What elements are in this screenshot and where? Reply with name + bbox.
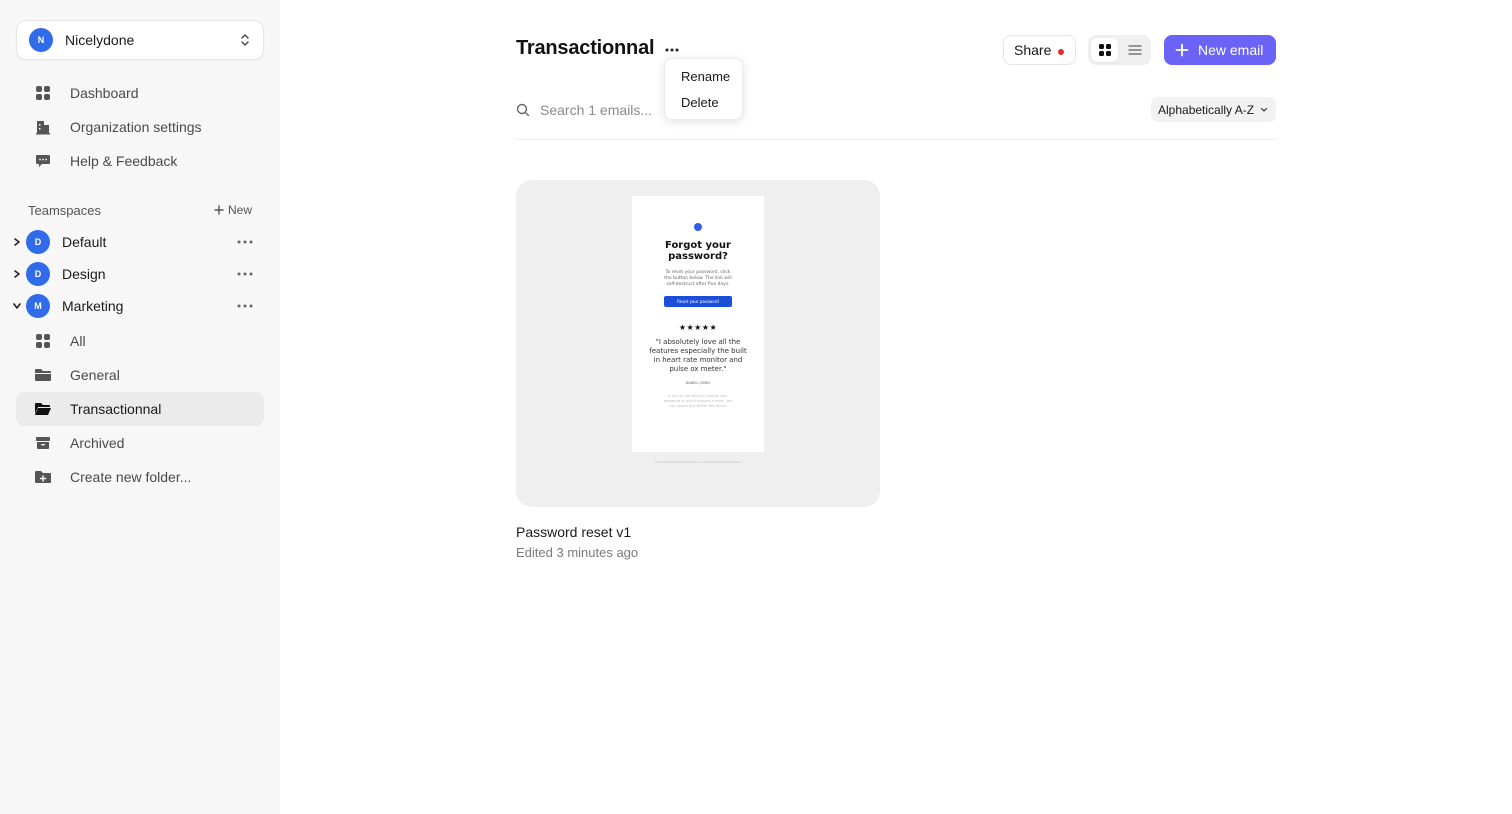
preview-stars: ★★★★★ (678, 323, 718, 332)
search-input[interactable] (540, 102, 656, 118)
folder-label: Transactionnal (70, 401, 162, 417)
folder-icon (34, 366, 52, 384)
team-marketing[interactable]: M Marketing (10, 292, 264, 320)
preview-heading: Forgot your password? (665, 240, 731, 262)
folder-label: Archived (70, 435, 125, 451)
nav-organization-settings[interactable]: Organization settings (16, 110, 264, 144)
nav-label: Help & Feedback (70, 153, 178, 169)
preview-author: DANIEL JONES (685, 381, 711, 385)
teamspaces-header: Teamspaces New (28, 202, 252, 218)
new-teamspace-label: New (227, 203, 252, 217)
chevron-up-down-icon (241, 34, 249, 46)
teamspaces-title: Teamspaces (28, 202, 101, 218)
folder-options-menu: Rename Delete (664, 58, 743, 120)
team-name: Design (62, 266, 106, 282)
plus-icon (214, 205, 224, 215)
nav-label: Organization settings (70, 119, 202, 135)
org-avatar: N (29, 28, 53, 52)
email-card[interactable]: Forgot your password? To reset your pass… (516, 180, 880, 507)
view-toggle (1088, 35, 1151, 65)
create-new-folder[interactable]: Create new folder... (16, 460, 264, 494)
search-bar (516, 100, 656, 120)
sidebar: N Nicelydone Dashboard Organization sett… (0, 0, 280, 814)
notification-dot (1058, 49, 1064, 55)
sort-label: Alphabetically A-Z (1158, 102, 1255, 117)
archive-icon (34, 434, 52, 452)
folder-plus-icon (34, 468, 52, 486)
grid-icon (1098, 44, 1111, 56)
grid-icon (34, 332, 52, 350)
team-design[interactable]: D Design (10, 260, 264, 288)
nav-label: Dashboard (70, 85, 139, 101)
folder-all[interactable]: All (16, 324, 264, 358)
folder-archived[interactable]: Archived (16, 426, 264, 460)
nav-help-feedback[interactable]: Help & Feedback (16, 144, 264, 178)
chat-bubble-icon (34, 152, 52, 170)
search-icon (516, 103, 530, 117)
team-name: Default (62, 234, 107, 250)
folder-open-icon (34, 400, 52, 418)
team-name: Marketing (62, 298, 124, 314)
email-meta: Edited 3 minutes ago (516, 545, 639, 560)
chevron-right-icon[interactable] (12, 269, 22, 279)
new-teamspace-button[interactable]: New (214, 203, 252, 217)
preview-body: To reset your password, click the button… (664, 270, 732, 287)
rename-menu-item[interactable]: Rename (665, 63, 742, 89)
preview-button: Reset your password (664, 296, 732, 307)
plus-icon (1175, 43, 1189, 57)
chevron-down-icon[interactable] (12, 301, 22, 311)
email-title[interactable]: Password reset v1 (516, 524, 631, 540)
dashboard-icon (34, 84, 52, 102)
delete-menu-item[interactable]: Delete (665, 89, 742, 115)
preview-under-text: You received this email because you requ… (654, 460, 742, 464)
building-icon (34, 118, 52, 136)
more-icon[interactable] (236, 265, 254, 283)
org-name: Nicelydone (65, 32, 135, 48)
team-avatar: D (26, 230, 50, 254)
team-avatar: M (26, 294, 50, 318)
preview-footer: If you do not want to change your passwo… (663, 394, 733, 408)
team-default[interactable]: D Default (10, 228, 264, 256)
new-email-button[interactable]: New email (1164, 35, 1276, 65)
folder-label: Create new folder... (70, 469, 192, 485)
preview-quote: "I absolutely love all the features espe… (649, 338, 747, 373)
folder-label: General (70, 367, 120, 383)
email-preview: Forgot your password? To reset your pass… (632, 196, 764, 452)
org-switcher[interactable]: N Nicelydone (16, 20, 264, 60)
folder-label: All (70, 333, 86, 349)
page-title: Transactionnal (516, 37, 655, 59)
share-label: Share (1014, 42, 1052, 58)
grid-view-button[interactable] (1091, 38, 1118, 62)
folder-general[interactable]: General (16, 358, 264, 392)
chevron-down-icon (1260, 107, 1268, 112)
more-icon[interactable] (236, 233, 254, 251)
divider (516, 139, 1276, 140)
share-button[interactable]: Share (1003, 35, 1076, 65)
more-icon[interactable] (663, 41, 681, 59)
list-view-button[interactable] (1121, 38, 1148, 62)
logo-icon (694, 223, 702, 231)
sort-dropdown[interactable]: Alphabetically A-Z (1151, 97, 1276, 122)
team-avatar: D (26, 262, 50, 286)
folder-transactionnal[interactable]: Transactionnal (16, 392, 264, 426)
new-email-label: New email (1198, 42, 1264, 58)
chevron-right-icon[interactable] (12, 237, 22, 247)
nav-dashboard[interactable]: Dashboard (16, 76, 264, 110)
more-icon[interactable] (236, 297, 254, 315)
list-icon (1127, 45, 1142, 55)
